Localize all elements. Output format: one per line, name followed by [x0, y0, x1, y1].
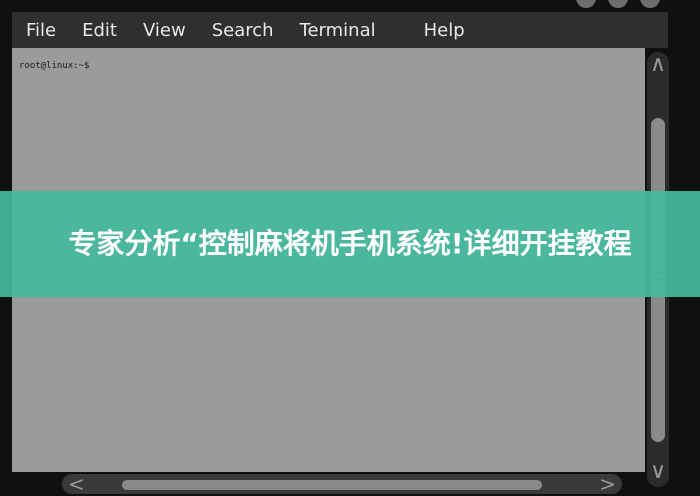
menu-file[interactable]: File: [12, 20, 56, 41]
close-button[interactable]: [640, 0, 660, 8]
chevron-right-icon[interactable]: >: [599, 472, 616, 496]
menu-edit[interactable]: Edit: [68, 20, 117, 41]
minimize-button[interactable]: [576, 0, 596, 8]
overlay-banner: 专家分析“控制麻将机手机系统!详细开挂教程: [0, 191, 700, 297]
shell-prompt: root@linux:~$: [19, 61, 90, 71]
menu-terminal[interactable]: Terminal: [286, 20, 376, 41]
chevron-up-icon[interactable]: ∧: [647, 54, 669, 76]
chevron-left-icon[interactable]: <: [68, 472, 85, 496]
banner-title: 专家分析“控制麻将机手机系统!详细开挂教程: [68, 227, 632, 260]
maximize-button[interactable]: [608, 0, 628, 8]
menu-view[interactable]: View: [129, 20, 186, 41]
menu-help[interactable]: Help: [410, 20, 465, 41]
menu-search[interactable]: Search: [198, 20, 274, 41]
horizontal-scroll-thumb[interactable]: [122, 480, 542, 490]
window-controls: [576, 0, 660, 8]
chevron-down-icon[interactable]: ∨: [647, 461, 669, 483]
horizontal-scrollbar[interactable]: < >: [62, 472, 622, 496]
menubar: File Edit View Search Terminal Help: [12, 12, 668, 48]
